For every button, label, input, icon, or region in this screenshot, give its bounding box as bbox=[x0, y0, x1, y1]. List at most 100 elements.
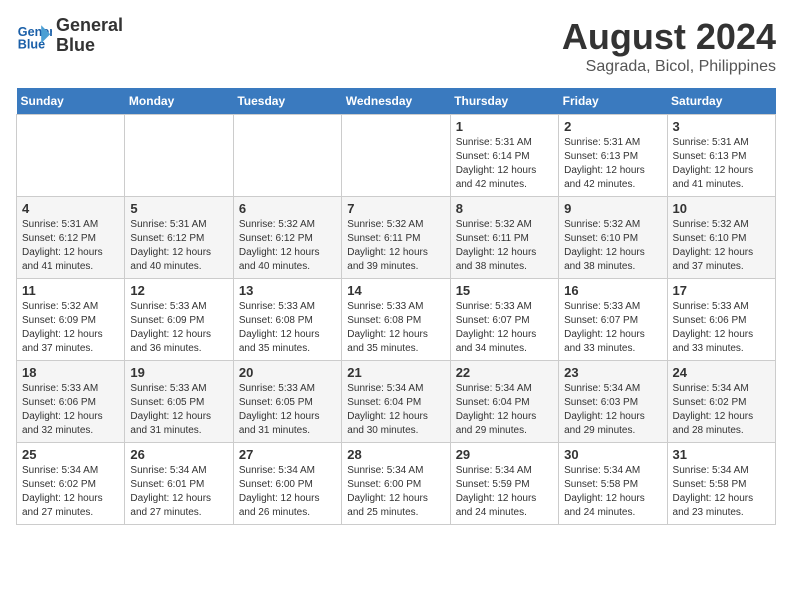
day-info: Sunrise: 5:34 AM Sunset: 6:02 PM Dayligh… bbox=[22, 464, 119, 520]
day-number: 24 bbox=[673, 365, 770, 380]
day-info: Sunrise: 5:34 AM Sunset: 6:03 PM Dayligh… bbox=[564, 382, 661, 438]
day-info: Sunrise: 5:33 AM Sunset: 6:09 PM Dayligh… bbox=[130, 300, 227, 356]
calendar-cell: 5 Sunrise: 5:31 AM Sunset: 6:12 PM Daylig… bbox=[125, 197, 233, 279]
calendar-table: SundayMondayTuesdayWednesdayThursdayFrid… bbox=[16, 88, 776, 525]
header-tuesday: Tuesday bbox=[233, 88, 341, 115]
calendar-cell: 17 Sunrise: 5:33 AM Sunset: 6:06 PM Dayli… bbox=[667, 279, 775, 361]
day-info: Sunrise: 5:33 AM Sunset: 6:06 PM Dayligh… bbox=[22, 382, 119, 438]
day-number: 4 bbox=[22, 201, 119, 216]
day-info: Sunrise: 5:32 AM Sunset: 6:10 PM Dayligh… bbox=[564, 218, 661, 274]
calendar-cell: 10 Sunrise: 5:32 AM Sunset: 6:10 PM Dayli… bbox=[667, 197, 775, 279]
calendar-title: August 2024 bbox=[562, 16, 776, 58]
calendar-cell bbox=[342, 115, 450, 197]
calendar-cell bbox=[17, 115, 125, 197]
day-number: 22 bbox=[456, 365, 553, 380]
svg-text:Blue: Blue bbox=[18, 37, 45, 51]
calendar-cell: 8 Sunrise: 5:32 AM Sunset: 6:11 PM Daylig… bbox=[450, 197, 558, 279]
day-info: Sunrise: 5:32 AM Sunset: 6:11 PM Dayligh… bbox=[347, 218, 444, 274]
calendar-cell: 21Sunrise: 5:34 AM Sunset: 6:04 PM Dayli… bbox=[342, 361, 450, 443]
day-info: Sunrise: 5:33 AM Sunset: 6:05 PM Dayligh… bbox=[239, 382, 336, 438]
day-info: Sunrise: 5:31 AM Sunset: 6:13 PM Dayligh… bbox=[673, 136, 770, 192]
header-wednesday: Wednesday bbox=[342, 88, 450, 115]
calendar-cell: 16 Sunrise: 5:33 AM Sunset: 6:07 PM Dayli… bbox=[559, 279, 667, 361]
calendar-cell: 31Sunrise: 5:34 AM Sunset: 5:58 PM Dayli… bbox=[667, 443, 775, 525]
day-number: 20 bbox=[239, 365, 336, 380]
day-number: 8 bbox=[456, 201, 553, 216]
logo-icon: General Blue bbox=[16, 18, 52, 54]
calendar-cell: 25 Sunrise: 5:34 AM Sunset: 6:02 PM Dayli… bbox=[17, 443, 125, 525]
day-number: 18 bbox=[22, 365, 119, 380]
day-info: Sunrise: 5:33 AM Sunset: 6:08 PM Dayligh… bbox=[239, 300, 336, 356]
day-number: 9 bbox=[564, 201, 661, 216]
calendar-cell: 12 Sunrise: 5:33 AM Sunset: 6:09 PM Dayli… bbox=[125, 279, 233, 361]
day-number: 16 bbox=[564, 283, 661, 298]
calendar-cell: 23 Sunrise: 5:34 AM Sunset: 6:03 PM Dayli… bbox=[559, 361, 667, 443]
day-info: Sunrise: 5:33 AM Sunset: 6:08 PM Dayligh… bbox=[347, 300, 444, 356]
day-info: Sunrise: 5:33 AM Sunset: 6:06 PM Dayligh… bbox=[673, 300, 770, 356]
day-info: Sunrise: 5:31 AM Sunset: 6:12 PM Dayligh… bbox=[130, 218, 227, 274]
title-block: August 2024 Sagrada, Bicol, Philippines bbox=[562, 16, 776, 76]
calendar-cell: 13 Sunrise: 5:33 AM Sunset: 6:08 PM Dayli… bbox=[233, 279, 341, 361]
day-number: 27 bbox=[239, 447, 336, 462]
day-info: Sunrise: 5:34 AM Sunset: 6:04 PM Dayligh… bbox=[456, 382, 553, 438]
day-number: 19 bbox=[130, 365, 227, 380]
calendar-cell: 1 Sunrise: 5:31 AM Sunset: 6:14 PM Daylig… bbox=[450, 115, 558, 197]
calendar-cell: 30 Sunrise: 5:34 AM Sunset: 5:58 PM Dayli… bbox=[559, 443, 667, 525]
calendar-cell: 28 Sunrise: 5:34 AM Sunset: 6:00 PM Dayli… bbox=[342, 443, 450, 525]
day-number: 11 bbox=[22, 283, 119, 298]
day-number: 25 bbox=[22, 447, 119, 462]
logo: General Blue General Blue bbox=[16, 16, 123, 56]
calendar-cell: 14 Sunrise: 5:33 AM Sunset: 6:08 PM Dayli… bbox=[342, 279, 450, 361]
day-number: 15 bbox=[456, 283, 553, 298]
day-info: Sunrise: 5:32 AM Sunset: 6:10 PM Dayligh… bbox=[673, 218, 770, 274]
day-number: 17 bbox=[673, 283, 770, 298]
calendar-header-row: SundayMondayTuesdayWednesdayThursdayFrid… bbox=[17, 88, 776, 115]
calendar-cell: 3Sunrise: 5:31 AM Sunset: 6:13 PM Daylig… bbox=[667, 115, 775, 197]
day-number: 29 bbox=[456, 447, 553, 462]
day-number: 5 bbox=[130, 201, 227, 216]
day-info: Sunrise: 5:31 AM Sunset: 6:14 PM Dayligh… bbox=[456, 136, 553, 192]
day-number: 26 bbox=[130, 447, 227, 462]
day-info: Sunrise: 5:34 AM Sunset: 5:58 PM Dayligh… bbox=[564, 464, 661, 520]
day-number: 14 bbox=[347, 283, 444, 298]
calendar-cell: 7 Sunrise: 5:32 AM Sunset: 6:11 PM Daylig… bbox=[342, 197, 450, 279]
calendar-subtitle: Sagrada, Bicol, Philippines bbox=[562, 58, 776, 76]
calendar-cell: 15 Sunrise: 5:33 AM Sunset: 6:07 PM Dayli… bbox=[450, 279, 558, 361]
day-number: 7 bbox=[347, 201, 444, 216]
calendar-cell: 9 Sunrise: 5:32 AM Sunset: 6:10 PM Daylig… bbox=[559, 197, 667, 279]
day-number: 13 bbox=[239, 283, 336, 298]
day-number: 10 bbox=[673, 201, 770, 216]
calendar-cell: 27Sunrise: 5:34 AM Sunset: 6:00 PM Dayli… bbox=[233, 443, 341, 525]
calendar-cell: 18 Sunrise: 5:33 AM Sunset: 6:06 PM Dayli… bbox=[17, 361, 125, 443]
calendar-cell: 4 Sunrise: 5:31 AM Sunset: 6:12 PM Daylig… bbox=[17, 197, 125, 279]
calendar-week-1: 1 Sunrise: 5:31 AM Sunset: 6:14 PM Daylig… bbox=[17, 115, 776, 197]
header-thursday: Thursday bbox=[450, 88, 558, 115]
calendar-cell: 22 Sunrise: 5:34 AM Sunset: 6:04 PM Dayli… bbox=[450, 361, 558, 443]
day-info: Sunrise: 5:33 AM Sunset: 6:07 PM Dayligh… bbox=[456, 300, 553, 356]
header-friday: Friday bbox=[559, 88, 667, 115]
calendar-cell: 6 Sunrise: 5:32 AM Sunset: 6:12 PM Daylig… bbox=[233, 197, 341, 279]
day-number: 28 bbox=[347, 447, 444, 462]
calendar-cell: 24 Sunrise: 5:34 AM Sunset: 6:02 PM Dayli… bbox=[667, 361, 775, 443]
day-info: Sunrise: 5:32 AM Sunset: 6:11 PM Dayligh… bbox=[456, 218, 553, 274]
day-info: Sunrise: 5:34 AM Sunset: 6:04 PM Dayligh… bbox=[347, 382, 444, 438]
day-info: Sunrise: 5:33 AM Sunset: 6:05 PM Dayligh… bbox=[130, 382, 227, 438]
day-number: 30 bbox=[564, 447, 661, 462]
day-info: Sunrise: 5:34 AM Sunset: 6:02 PM Dayligh… bbox=[673, 382, 770, 438]
day-number: 23 bbox=[564, 365, 661, 380]
day-info: Sunrise: 5:32 AM Sunset: 6:09 PM Dayligh… bbox=[22, 300, 119, 356]
day-info: Sunrise: 5:31 AM Sunset: 6:12 PM Dayligh… bbox=[22, 218, 119, 274]
day-info: Sunrise: 5:34 AM Sunset: 6:00 PM Dayligh… bbox=[347, 464, 444, 520]
day-info: Sunrise: 5:32 AM Sunset: 6:12 PM Dayligh… bbox=[239, 218, 336, 274]
calendar-cell: 2Sunrise: 5:31 AM Sunset: 6:13 PM Daylig… bbox=[559, 115, 667, 197]
day-info: Sunrise: 5:33 AM Sunset: 6:07 PM Dayligh… bbox=[564, 300, 661, 356]
calendar-cell: 26Sunrise: 5:34 AM Sunset: 6:01 PM Dayli… bbox=[125, 443, 233, 525]
day-number: 6 bbox=[239, 201, 336, 216]
day-info: Sunrise: 5:34 AM Sunset: 5:59 PM Dayligh… bbox=[456, 464, 553, 520]
calendar-cell: 11 Sunrise: 5:32 AM Sunset: 6:09 PM Dayli… bbox=[17, 279, 125, 361]
calendar-week-5: 25 Sunrise: 5:34 AM Sunset: 6:02 PM Dayli… bbox=[17, 443, 776, 525]
day-number: 1 bbox=[456, 119, 553, 134]
calendar-week-3: 11 Sunrise: 5:32 AM Sunset: 6:09 PM Dayli… bbox=[17, 279, 776, 361]
day-number: 12 bbox=[130, 283, 227, 298]
day-number: 2 bbox=[564, 119, 661, 134]
